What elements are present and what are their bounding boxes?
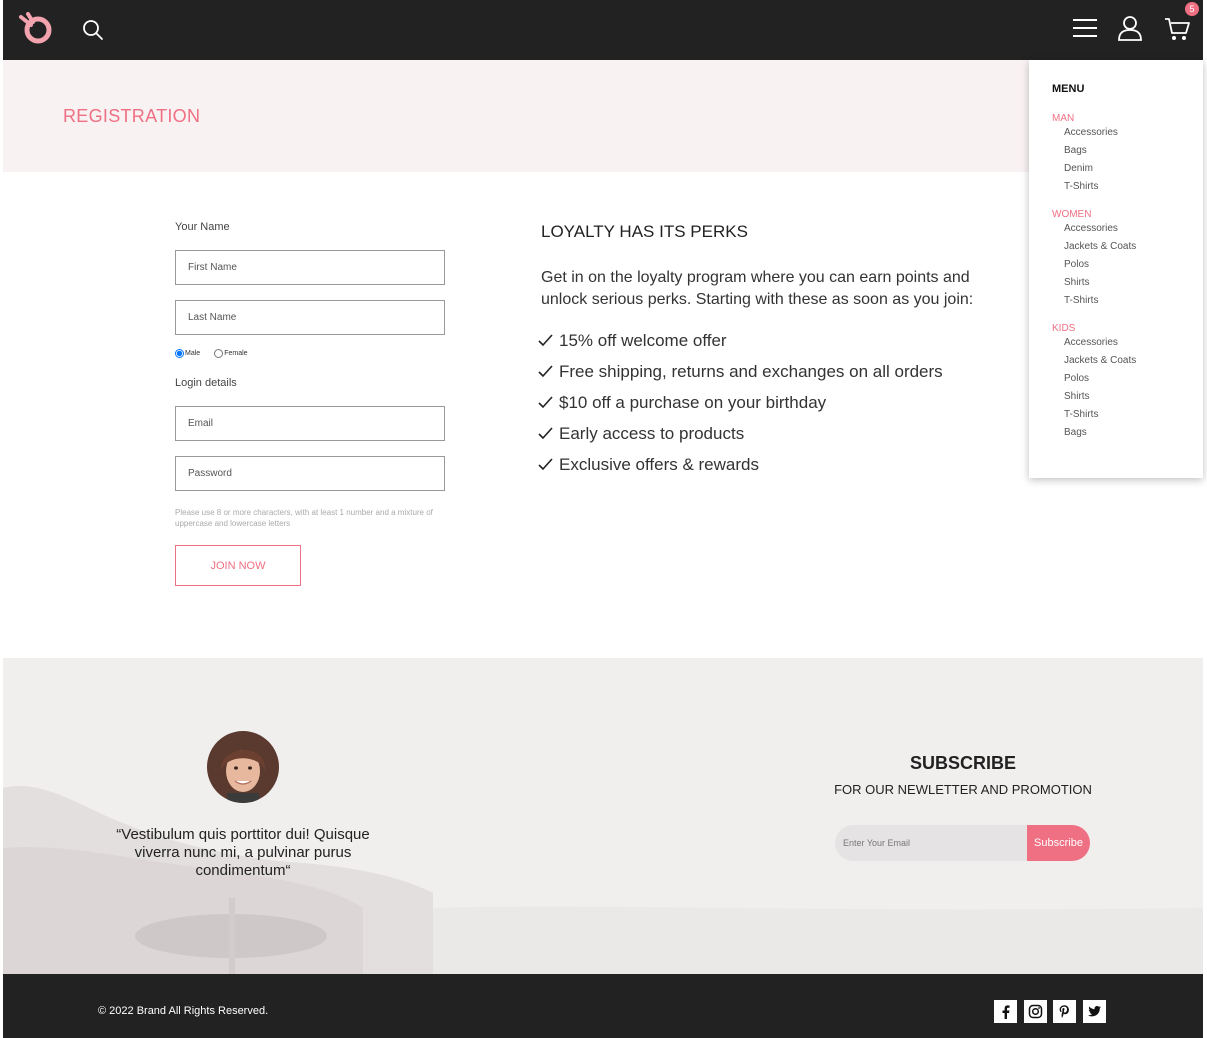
gender-option-male[interactable]: Male <box>175 349 200 358</box>
page-title: REGISTRATION <box>63 106 201 126</box>
footer-bar: © 2022 Brand All Rights Reserved. <box>3 974 1203 1038</box>
subscribe-subtitle: FOR OUR NEWLETTER AND PROMOTION <box>834 782 1092 797</box>
perk-item: Free shipping, returns and exchanges on … <box>538 356 943 387</box>
menu-item[interactable]: Jackets & Coats <box>1052 238 1136 256</box>
background-landscape-image <box>3 786 1203 974</box>
menu-item[interactable]: Shirts <box>1052 274 1136 292</box>
perks-intro: Get in on the loyalty program where you … <box>541 269 974 308</box>
password-field[interactable] <box>175 456 445 491</box>
subscribe-button[interactable]: Subscribe <box>1027 825 1090 861</box>
menu-group-kids: KIDS Accessories Jackets & Coats Polos S… <box>1052 323 1136 442</box>
checkmark-icon <box>538 427 553 440</box>
testimonial-avatar <box>207 731 279 803</box>
menu-heading: MENU <box>1052 83 1085 95</box>
menu-item[interactable]: T-Shirts <box>1052 178 1118 196</box>
newsletter-email-input[interactable] <box>835 825 1035 861</box>
join-now-button[interactable]: JOIN NOW <box>175 545 301 586</box>
menu-item[interactable]: T-Shirts <box>1052 406 1136 424</box>
search-icon[interactable] <box>81 18 105 42</box>
perk-text: $10 off a purchase on your birthday <box>559 392 827 412</box>
top-header: 5 <box>3 0 1203 60</box>
page-title-band: REGISTRATION <box>3 60 1203 172</box>
copyright-text: © 2022 Brand All Rights Reserved. <box>98 1005 269 1017</box>
perk-item: Exclusive offers & rewards <box>538 449 943 480</box>
menu-item[interactable]: Jackets & Coats <box>1052 352 1136 370</box>
user-account-icon[interactable] <box>1117 14 1143 42</box>
first-name-field[interactable] <box>175 250 445 285</box>
perk-item: Early access to products <box>538 418 943 449</box>
menu-item[interactable]: Accessories <box>1052 124 1118 142</box>
login-details-label: Login details <box>175 377 237 389</box>
perk-item: 15% off welcome offer <box>538 325 943 356</box>
email-field[interactable] <box>175 406 445 441</box>
menu-category-man[interactable]: MAN <box>1052 113 1118 124</box>
menu-item[interactable]: T-Shirts <box>1052 292 1136 310</box>
checkmark-icon <box>538 458 553 471</box>
menu-item[interactable]: Shirts <box>1052 388 1136 406</box>
checkmark-icon <box>538 365 553 378</box>
shopping-cart-icon[interactable] <box>1163 14 1191 42</box>
last-name-field[interactable] <box>175 300 445 335</box>
navigation-dropdown-menu: MENU MAN Accessories Bags Denim T-Shirts… <box>1029 60 1203 478</box>
menu-item[interactable]: Accessories <box>1052 220 1136 238</box>
female-label: Female <box>224 350 248 357</box>
male-label: Male <box>185 350 201 357</box>
menu-item[interactable]: Bags <box>1052 424 1136 442</box>
perk-text: Early access to products <box>559 423 745 443</box>
hamburger-menu-icon[interactable] <box>1071 16 1099 40</box>
menu-item[interactable]: Accessories <box>1052 334 1136 352</box>
cart-count-badge: 5 <box>1185 2 1199 16</box>
menu-item[interactable]: Denim <box>1052 160 1118 178</box>
menu-category-women[interactable]: WOMEN <box>1052 209 1136 220</box>
perk-text: Free shipping, returns and exchanges on … <box>559 361 943 381</box>
gender-radio-group: Male Female <box>175 349 262 358</box>
perks-list: 15% off welcome offer Free shipping, ret… <box>538 325 943 480</box>
menu-item[interactable]: Polos <box>1052 256 1136 274</box>
gender-option-female[interactable]: Female <box>214 349 248 358</box>
instagram-icon[interactable] <box>1024 1000 1047 1023</box>
password-hint: Please use 8 or more characters, with at… <box>175 508 433 528</box>
menu-group-women: WOMEN Accessories Jackets & Coats Polos … <box>1052 209 1136 310</box>
testimonial-subscribe-section: “Vestibulum quis porttitor dui! Quisque … <box>3 658 1203 974</box>
menu-group-man: MAN Accessories Bags Denim T-Shirts <box>1052 113 1118 196</box>
perk-text: 15% off welcome offer <box>559 330 727 350</box>
perk-text: Exclusive offers & rewards <box>559 454 759 474</box>
testimonial-quote: “Vestibulum quis porttitor dui! Quisque … <box>116 826 370 879</box>
male-radio[interactable] <box>175 349 184 358</box>
perk-item: $10 off a purchase on your birthday <box>538 387 943 418</box>
your-name-label: Your Name <box>175 221 230 233</box>
menu-item[interactable]: Bags <box>1052 142 1118 160</box>
menu-item[interactable]: Polos <box>1052 370 1136 388</box>
pinterest-icon[interactable] <box>1053 1000 1076 1023</box>
subscribe-title: SUBSCRIBE <box>909 753 1016 773</box>
checkmark-icon <box>538 396 553 409</box>
female-radio[interactable] <box>214 349 224 358</box>
twitter-icon[interactable] <box>1083 1000 1106 1023</box>
perks-title: LOYALTY HAS ITS PERKS <box>541 222 748 241</box>
brand-logo[interactable] <box>17 11 55 45</box>
facebook-icon[interactable] <box>994 1000 1017 1023</box>
menu-category-kids[interactable]: KIDS <box>1052 323 1136 334</box>
checkmark-icon <box>538 334 553 347</box>
